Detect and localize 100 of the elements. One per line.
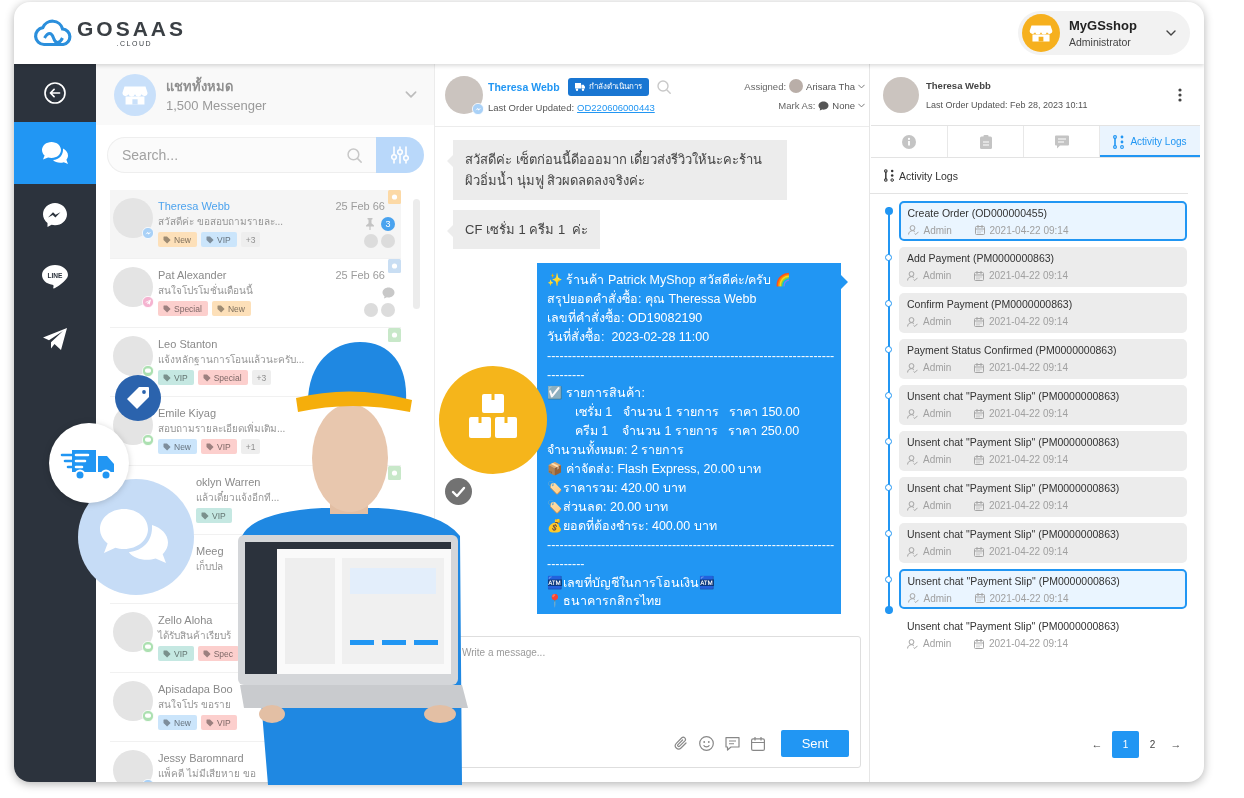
user-icon bbox=[907, 638, 918, 649]
log-entry[interactable]: Confirm Payment (PM0000000863) Admin 2021-04-22 09:14 bbox=[899, 293, 1187, 333]
log-entry[interactable]: Unsent chat "Payment Slip" (PM0000000863) Admin 2021-04-22 09:14 bbox=[899, 569, 1187, 609]
calendar-icon bbox=[974, 593, 985, 603]
mark-as-label: Mark As: bbox=[778, 100, 816, 111]
tag-label: VIP bbox=[212, 510, 226, 521]
tag-label: Special bbox=[174, 303, 202, 314]
avatar bbox=[789, 79, 804, 93]
paper-plane-icon bbox=[42, 327, 68, 351]
chat-bubble-icon bbox=[382, 287, 395, 299]
messenger-icon bbox=[42, 202, 68, 228]
timeline-dot bbox=[885, 576, 892, 583]
calendar-icon bbox=[974, 225, 985, 235]
chat-badge-icon bbox=[142, 365, 154, 377]
log-entry[interactable]: Unsent chat "Payment Slip" (PM0000000863) Admin 2021-04-22 09:14 bbox=[899, 523, 1187, 563]
pin-icon bbox=[365, 218, 375, 230]
log-entry[interactable]: Create Order (OD000000455) Admin 2021-04-22 09:14 bbox=[899, 201, 1187, 241]
list-subtitle: 1,500 Messenger bbox=[166, 98, 268, 113]
conversation-item[interactable]: Pat Alexander สนใจโปรโมชั่นเดือนนี้ Special New 25 Feb 66 bbox=[110, 259, 401, 328]
message-preview: แล้วเดี๋ยวแจ้งอีกที... bbox=[196, 490, 280, 505]
message-preview: สนใจโปร ขอราย bbox=[158, 698, 231, 712]
calendar-icon bbox=[974, 454, 984, 465]
avatar bbox=[113, 612, 153, 652]
contact-name: Theresa Webb bbox=[488, 80, 560, 93]
log-entry[interactable]: Unsent chat "Payment Slip" (PM0000000863) Admin 2021-04-22 09:14 bbox=[899, 385, 1187, 425]
cloud-logo-icon bbox=[33, 19, 73, 47]
log-user: Admin bbox=[923, 361, 953, 374]
log-title: Confirm Payment (PM0000000863) bbox=[907, 297, 1074, 311]
calendar-icon bbox=[974, 546, 984, 557]
truck-icon bbox=[574, 82, 585, 91]
sliders-icon bbox=[391, 146, 409, 164]
log-entry[interactable]: Unsent chat "Payment Slip" (PM0000000863) Admin 2021-04-22 09:14 bbox=[899, 477, 1187, 517]
messenger-icon bbox=[142, 227, 154, 239]
message-preview: แพ็คดี ไม่มีเสียหาย ขอ bbox=[158, 766, 256, 781]
assigned-label: Assigned: bbox=[744, 80, 787, 92]
avatar bbox=[445, 76, 483, 114]
conversation-item[interactable]: Theresa Webb สวัสดีค่ะ ขอสอบถามรายละ... New VIP +3 25 Feb 66 3 bbox=[110, 190, 401, 259]
chat-badge-icon bbox=[142, 641, 154, 653]
status-button[interactable]: กำลังดำเนินการ bbox=[567, 77, 649, 96]
contact-name: Pat Alexander bbox=[158, 268, 227, 283]
previous-page-button[interactable]: ← bbox=[1087, 731, 1107, 758]
log-user: Admin bbox=[923, 545, 953, 558]
log-time: 2021-04-22 09:14 bbox=[989, 361, 1068, 374]
log-entry[interactable]: Add Payment (PM0000000863) Admin 2021-04-22 09:14 bbox=[899, 247, 1187, 287]
log-title: Unsent chat "Payment Slip" (PM0000000863) bbox=[907, 619, 1121, 633]
mark-as-dropdown[interactable]: None bbox=[818, 100, 865, 111]
log-user: Admin bbox=[923, 637, 953, 650]
avatar bbox=[883, 76, 919, 113]
next-page-button[interactable]: → bbox=[1166, 731, 1186, 758]
contact-name: Emile Kiyag bbox=[158, 406, 217, 421]
tag-label: VIP bbox=[174, 648, 188, 659]
log-user: Admin bbox=[923, 315, 953, 328]
more-count: +1 bbox=[240, 439, 261, 454]
account-name: MyGSshop bbox=[1069, 18, 1138, 33]
message-icon[interactable] bbox=[725, 736, 740, 751]
timeline-dot bbox=[885, 300, 892, 307]
user-icon bbox=[907, 454, 918, 465]
timeline-dot bbox=[885, 484, 892, 491]
tag-label: New bbox=[227, 303, 245, 314]
agent-avatar bbox=[364, 234, 378, 248]
log-entry[interactable]: Unsent chat "Payment Slip" (PM0000000863) Admin 2021-04-22 09:14 bbox=[899, 615, 1187, 655]
page-button[interactable]: 2 bbox=[1139, 731, 1166, 758]
smiley-icon[interactable] bbox=[699, 736, 714, 751]
contact-name: Meeg bbox=[196, 544, 224, 559]
avatar bbox=[113, 750, 153, 782]
log-entry[interactable]: Unsent chat "Payment Slip" (PM0000000863) Admin 2021-04-22 09:14 bbox=[899, 431, 1187, 471]
calendar-icon bbox=[974, 316, 984, 327]
log-time: 2021-04-22 09:14 bbox=[989, 545, 1068, 558]
assignee-dropdown[interactable]: Arisara Tha bbox=[789, 79, 865, 93]
user-icon bbox=[907, 316, 918, 327]
calendar-icon[interactable] bbox=[751, 736, 765, 751]
tag-icon bbox=[206, 442, 214, 451]
message-field[interactable]: Write a message... bbox=[462, 647, 849, 730]
log-time: 2021-04-22 09:14 bbox=[989, 453, 1068, 466]
search-bar[interactable]: Search... bbox=[107, 137, 376, 173]
list-title: แชททั้งหมด bbox=[166, 76, 395, 97]
user-icon bbox=[907, 225, 919, 235]
search-input[interactable]: Search... bbox=[122, 147, 347, 163]
tag-label: New bbox=[174, 441, 191, 452]
account-switcher[interactable]: MyGSshop Administrator bbox=[1018, 11, 1190, 55]
messenger-icon bbox=[472, 103, 484, 115]
log-title: Payment Status Confirmed (PM0000000863) bbox=[907, 343, 1118, 357]
order-label: Last Order Updated: bbox=[488, 101, 575, 113]
store-icon bbox=[1022, 14, 1060, 52]
agent-avatar bbox=[364, 303, 378, 317]
calendar-icon bbox=[974, 408, 984, 419]
log-time: 2021-04-22 09:14 bbox=[989, 269, 1068, 282]
kebab-menu-icon[interactable] bbox=[1178, 87, 1182, 102]
tag-label: VIP bbox=[217, 441, 231, 452]
more-count: +3 bbox=[251, 370, 272, 385]
chevron-down-icon[interactable] bbox=[405, 91, 417, 98]
tag-icon bbox=[163, 235, 171, 244]
log-entry[interactable]: Payment Status Confirmed (PM0000000863) Admin 2021-04-22 09:14 bbox=[899, 339, 1187, 379]
avatar bbox=[113, 198, 153, 238]
paperclip-icon[interactable] bbox=[674, 736, 688, 751]
tag-icon bbox=[163, 304, 171, 313]
calendar-icon bbox=[974, 638, 984, 649]
section-title: Activity Logs bbox=[899, 169, 958, 182]
message-preview: เก็บปล bbox=[196, 559, 223, 574]
boxes-icon bbox=[439, 366, 547, 474]
